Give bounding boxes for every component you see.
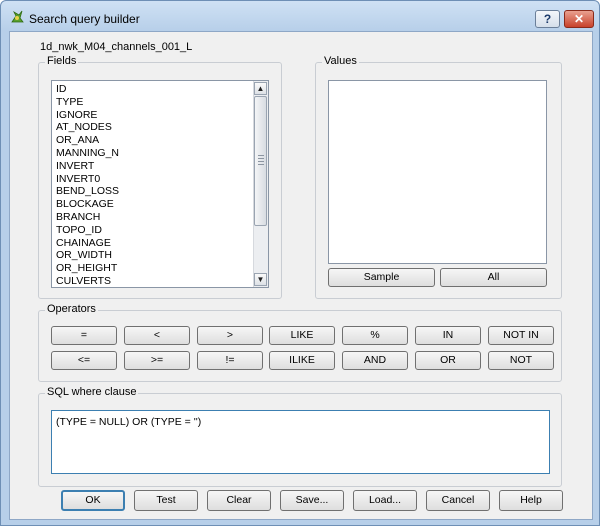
operator-not-equal-button[interactable]: !=: [197, 351, 263, 370]
operator-and-button[interactable]: AND: [342, 351, 408, 370]
field-item[interactable]: INVERT: [56, 160, 119, 173]
scroll-down-arrow-icon[interactable]: ▼: [254, 273, 267, 286]
operator-ilike-button[interactable]: ILIKE: [269, 351, 335, 370]
values-group: Values Sample All: [315, 55, 562, 299]
fields-scrollbar[interactable]: ▲ ▼: [253, 81, 268, 287]
window-title: Search query builder: [29, 12, 140, 26]
operator-like-button[interactable]: LIKE: [269, 326, 335, 345]
field-item[interactable]: MANNING_N: [56, 147, 119, 160]
values-group-label: Values: [322, 55, 359, 67]
load-button[interactable]: Load...: [353, 490, 417, 511]
operator-greater-equal-button[interactable]: >=: [124, 351, 190, 370]
sample-button[interactable]: Sample: [328, 268, 435, 287]
save-button[interactable]: Save...: [280, 490, 344, 511]
fields-list[interactable]: ID TYPE IGNORE AT_NODES OR_ANA MANNING_N INVER…: [51, 80, 269, 288]
operator-less-equal-button[interactable]: <=: [51, 351, 117, 370]
all-button[interactable]: All: [440, 268, 547, 287]
close-window-button[interactable]: ✕: [564, 10, 594, 28]
field-item[interactable]: BLOCKAGE: [56, 198, 119, 211]
field-item[interactable]: OR_HEIGHT: [56, 262, 119, 275]
dialog-body: 1d_nwk_M04_channels_001_L Fields ID TYPE I…: [9, 31, 593, 520]
operators-group: Operators = < > LIKE% IN NOT IN <= >= != ILIKE AND…: [38, 303, 562, 382]
ok-button[interactable]: OK: [61, 490, 125, 511]
scroll-up-arrow-icon[interactable]: ▲: [254, 82, 267, 95]
sql-where-group: SQL where clause (TYPE = NULL) OR (TYPE …: [38, 386, 562, 487]
field-item[interactable]: BEND_LOSS: [56, 185, 119, 198]
help-title-button[interactable]: ?: [535, 10, 560, 28]
field-item[interactable]: IGNORE: [56, 109, 119, 122]
sql-where-label: SQL where clause: [45, 386, 139, 398]
clear-button[interactable]: Clear: [207, 490, 271, 511]
grip-icon: [258, 155, 264, 165]
operator-percent-button[interactable]: %: [342, 326, 408, 345]
field-item[interactable]: INVERT0: [56, 173, 119, 186]
operator-in-button[interactable]: IN: [415, 326, 481, 345]
search-query-builder-window: Search query builder ? ✕ 1d_nwk_M04_chan…: [0, 0, 600, 526]
operator-not-in-button[interactable]: NOT IN: [488, 326, 554, 345]
title-bar[interactable]: Search query builder ? ✕: [1, 1, 599, 31]
field-item[interactable]: OR_ANA: [56, 134, 119, 147]
qgis-app-icon: [11, 10, 24, 23]
values-list[interactable]: [328, 80, 547, 264]
sql-where-input[interactable]: (TYPE = NULL) OR (TYPE = ''): [51, 410, 550, 474]
operator-less-than-button[interactable]: <: [124, 326, 190, 345]
field-item[interactable]: BRANCH: [56, 211, 119, 224]
scroll-thumb[interactable]: [254, 96, 267, 226]
fields-group: Fields ID TYPE IGNORE AT_NODES OR_ANA MANNING…: [38, 55, 282, 299]
operator-not-button[interactable]: NOT: [488, 351, 554, 370]
fields-group-label: Fields: [45, 55, 79, 67]
field-item[interactable]: ID: [56, 83, 119, 96]
field-item[interactable]: CHAINAGE: [56, 237, 119, 250]
layer-name-label: 1d_nwk_M04_channels_001_L: [40, 41, 193, 53]
operator-greater-than-button[interactable]: >: [197, 326, 263, 345]
help-button[interactable]: Help: [499, 490, 563, 511]
operator-equals-button[interactable]: =: [51, 326, 117, 345]
field-item[interactable]: CULVERTS: [56, 275, 119, 287]
operators-group-label: Operators: [45, 303, 98, 315]
test-button[interactable]: Test: [134, 490, 198, 511]
operator-or-button[interactable]: OR: [415, 351, 481, 370]
field-item[interactable]: TOPO_ID: [56, 224, 119, 237]
cancel-button[interactable]: Cancel: [426, 490, 490, 511]
field-item[interactable]: AT_NODES: [56, 121, 119, 134]
field-item[interactable]: TYPE: [56, 96, 119, 109]
field-item[interactable]: OR_WIDTH: [56, 249, 119, 262]
